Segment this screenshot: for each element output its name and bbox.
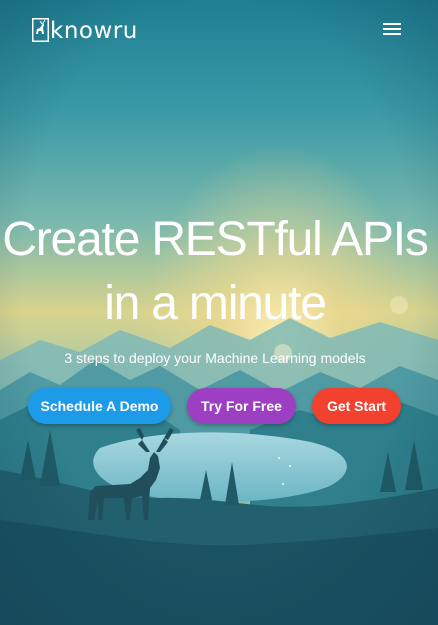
hero-title: Create RESTful APIs in a minute [0,208,430,336]
hamburger-menu-icon[interactable] [380,17,404,41]
hero-subtitle: 3 steps to deploy your Machine Learning … [64,350,366,366]
schedule-demo-button[interactable]: Schedule A Demo [28,388,171,424]
hero-title-line-1: Create RESTful APIs [2,213,429,266]
landing-page: knowru Create RESTful APIs in a minute 3… [0,0,438,625]
cta-button-group: Schedule A Demo Try For Free Get Start [0,388,438,424]
get-start-button[interactable]: Get Start [312,388,401,424]
brand-name: knowru [50,18,138,44]
brand-logo[interactable]: knowru [32,16,138,43]
hero-section: Create RESTful APIs in a minute 3 steps … [0,208,430,368]
deer-icon [32,17,49,42]
top-navbar: knowru [0,0,438,60]
try-for-free-button[interactable]: Try For Free [187,388,296,424]
hero-title-line-2: in a minute [104,277,327,330]
